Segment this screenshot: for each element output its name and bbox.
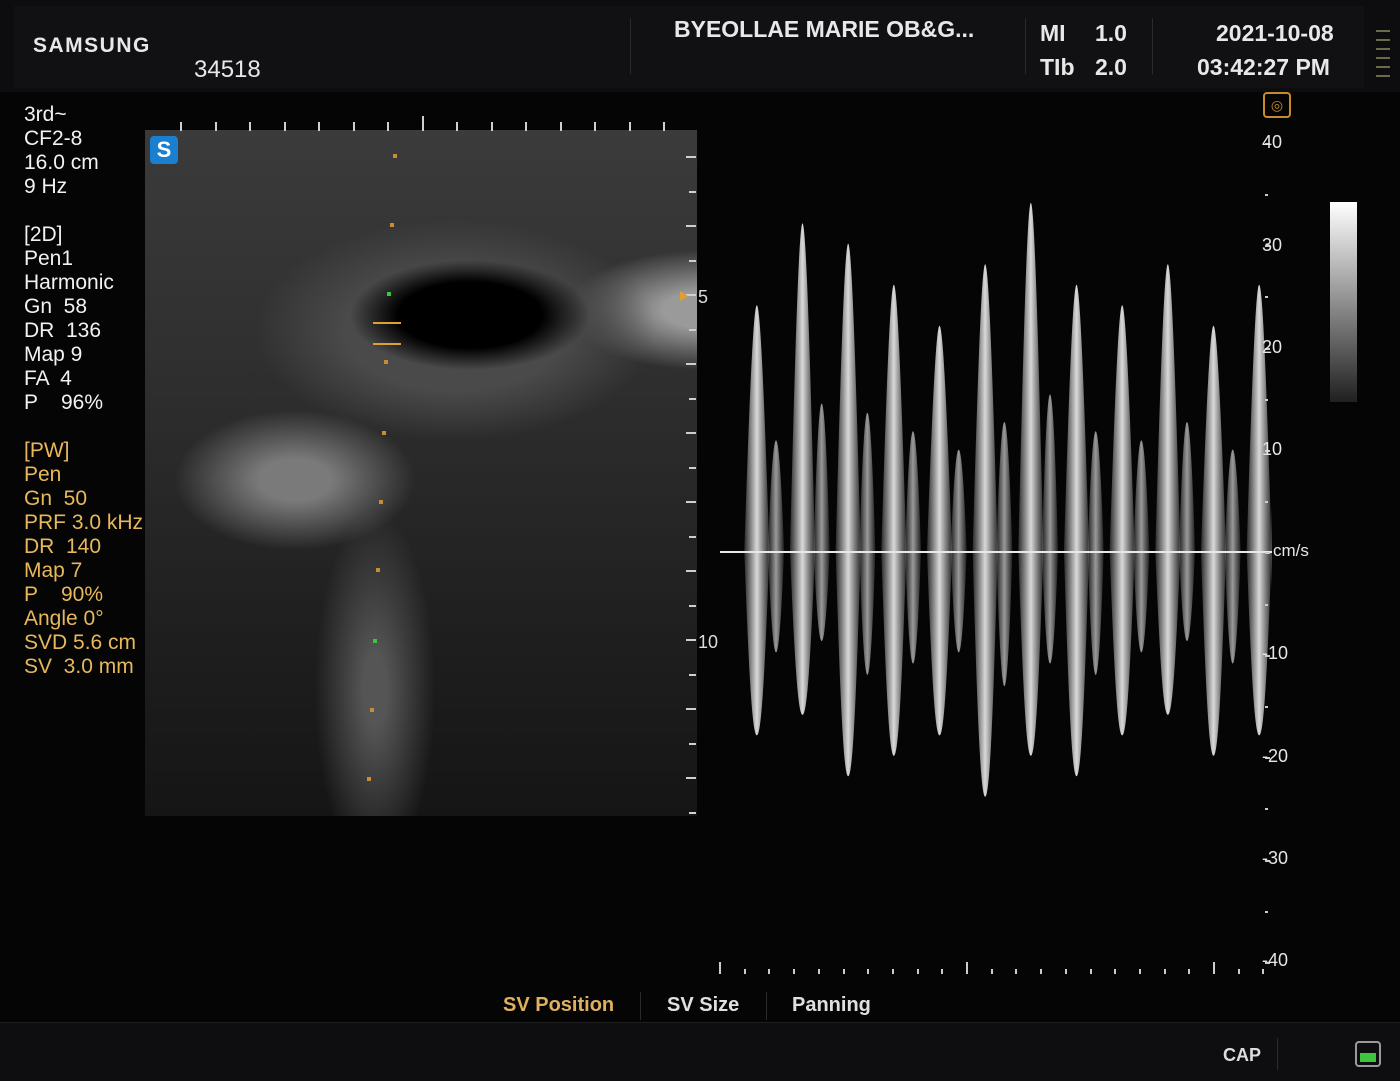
svd-label: SVD 5.6 cm: [24, 631, 137, 654]
scale-label: -10: [1262, 643, 1289, 663]
preset-label: 3rd~: [24, 103, 67, 126]
hospital-name: BYEOLLAE MARIE OB&G...: [674, 16, 975, 42]
map-pw-label: Map 7: [24, 559, 83, 582]
menu-handle-icon[interactable]: [1376, 30, 1394, 86]
spectral-waveform: [835, 243, 861, 777]
cap-button[interactable]: CAP: [1223, 1045, 1261, 1066]
spectral-waveform: [905, 431, 922, 664]
mi-value: 1.0: [1095, 20, 1127, 46]
grayscale-bar: [1330, 202, 1357, 402]
gain-pw-label: Gn 50: [24, 487, 88, 510]
harmonic-label: Harmonic: [24, 271, 114, 294]
fa-label: FA 4: [24, 367, 72, 390]
sample-volume-gate-top: [373, 322, 401, 324]
storage-icon: [1355, 1041, 1381, 1067]
tib-value: 2.0: [1095, 54, 1127, 80]
frame-rate-label: 9 Hz: [24, 175, 68, 198]
spectral-waveform: [768, 440, 785, 653]
brand-logo: SAMSUNG: [33, 34, 151, 57]
spectral-waveform: [1087, 431, 1104, 675]
spectral-waveform: [813, 403, 830, 642]
s-badge-icon: S: [150, 136, 178, 164]
cursor-dot: [379, 500, 383, 504]
scale-label: -20: [1262, 746, 1289, 766]
exam-date: 2021-10-08: [1216, 20, 1334, 46]
spectral-waveform: [789, 223, 816, 715]
pen-label: Pen1: [24, 247, 74, 270]
velocity-unit: cm/s: [1273, 541, 1309, 560]
scale-label: -40: [1262, 950, 1289, 970]
cursor-dot: [370, 708, 374, 712]
gain-2d-label: Gn 58: [24, 295, 88, 318]
spectral-waveform: [926, 325, 953, 736]
mode-2d-label: [2D]: [24, 223, 63, 246]
spectral-waveform: [859, 412, 876, 675]
patient-id: 34518: [194, 56, 261, 83]
depth-mark-10: 10: [698, 632, 719, 652]
spectral-waveform: [1042, 394, 1059, 664]
cursor-dot: [384, 360, 388, 364]
doppler-spectrum: [744, 202, 1272, 797]
spectral-waveform: [1133, 440, 1150, 653]
bmode-image[interactable]: [145, 130, 697, 816]
dr-2d-label: DR 136: [24, 319, 102, 342]
power-2d-label: P 96%: [24, 391, 103, 414]
scale-label: 30: [1262, 235, 1283, 255]
depth-label: 16.0 cm: [24, 151, 99, 174]
sv-label: SV 3.0 mm: [24, 655, 134, 678]
map-2d-label: Map 9: [24, 343, 83, 366]
sample-volume-gate-bottom: [373, 343, 401, 345]
spectral-waveform: [1018, 202, 1044, 756]
power-pw-label: P 90%: [24, 583, 103, 606]
prf-label: PRF 3.0 kHz: [24, 511, 144, 534]
spectral-waveform: [1155, 264, 1181, 715]
cursor-dot: [390, 223, 394, 227]
spectral-waveform: [881, 284, 907, 756]
cursor-dot: [367, 777, 371, 781]
cursor-dot: [387, 292, 391, 296]
focus-marker-icon: [680, 291, 688, 301]
spectral-waveform: [1200, 325, 1227, 756]
probe-label: CF2-8: [24, 127, 83, 150]
spectral-waveform: [1179, 421, 1196, 642]
sv-position-button[interactable]: SV Position: [503, 994, 614, 1017]
cursor-dot: [373, 639, 377, 643]
panning-button[interactable]: Panning: [792, 994, 871, 1017]
cursor-dot: [393, 154, 397, 158]
scale-label: 10: [1262, 439, 1283, 459]
softkey-bar: SV Position SV Size Panning: [0, 990, 1400, 1022]
mode-pw-label: [PW]: [24, 439, 70, 462]
scale-label: 40: [1262, 132, 1283, 152]
spectral-waveform: [972, 264, 998, 797]
status-bar: [0, 1022, 1400, 1081]
depth-mark-5: 5: [698, 287, 709, 307]
spectral-waveform: [996, 421, 1013, 687]
sv-size-button[interactable]: SV Size: [667, 994, 739, 1017]
spectral-waveform: [1109, 305, 1135, 736]
scale-label: -30: [1262, 848, 1289, 868]
spectral-waveform: [1224, 449, 1241, 664]
mi-label: MI: [1040, 20, 1066, 46]
pen-pw-label: Pen: [24, 463, 62, 486]
spectral-waveform: [1063, 284, 1090, 777]
cursor-dot: [376, 568, 380, 572]
doppler-baseline: [720, 551, 1272, 553]
scale-label: 20: [1262, 337, 1283, 357]
angle-label: Angle 0°: [24, 607, 104, 630]
dr-pw-label: DR 140: [24, 535, 102, 558]
cursor-dot: [382, 431, 386, 435]
exam-time: 03:42:27 PM: [1197, 54, 1330, 80]
tib-label: TIb: [1040, 54, 1075, 80]
probe-orientation-icon: ◎: [1263, 92, 1291, 118]
spectral-waveform: [744, 305, 770, 736]
